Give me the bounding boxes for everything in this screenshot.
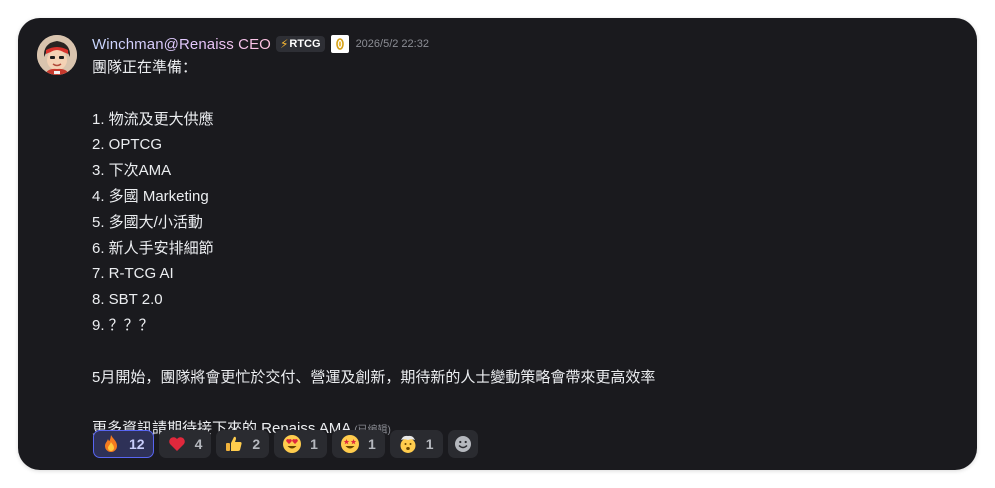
avatar-portrait-icon: [37, 35, 77, 75]
message-line: 6. 新人手安排細節: [92, 239, 214, 257]
message-line: 團隊正在準備：: [92, 59, 198, 76]
message-line: 5. 多國大/小活動: [92, 213, 203, 231]
smiley-icon: [454, 436, 471, 452]
reaction-mind-blown[interactable]: 1: [389, 430, 443, 458]
server-tag[interactable]: ⚡ RTCG: [275, 36, 325, 52]
message-line: 8. SBT 2.0: [92, 291, 163, 309]
reaction-heart[interactable]: 4: [158, 430, 212, 458]
message-timestamp[interactable]: 2026/5/2 22:32: [356, 38, 429, 50]
message-line: [92, 341, 952, 367]
message-line: 4. 多國 Marketing: [92, 187, 209, 205]
message-card: Winchman@Renaiss CEO ⚡ RTCG 2026/5/2 22:…: [18, 18, 977, 470]
message-line: 1. 物流及更大供應: [92, 110, 214, 128]
fire-emoji-icon: [101, 434, 121, 454]
reaction-count: 1: [310, 436, 318, 452]
message-line: 9. ？？？: [92, 316, 154, 334]
role-badge-icon[interactable]: [330, 35, 349, 53]
message-header: Winchman@Renaiss CEO ⚡ RTCG 2026/5/2 22:…: [92, 34, 429, 54]
server-tag-label: RTCG: [289, 38, 321, 50]
mind-blown-emoji-icon: [398, 434, 418, 454]
star-struck-emoji-icon: [340, 434, 360, 454]
reaction-count: 4: [194, 436, 203, 452]
author-name[interactable]: Winchman@Renaiss CEO: [92, 36, 271, 53]
reaction-bar: 12 4 2 1 1 1: [93, 430, 478, 458]
red-heart-emoji-icon: [167, 434, 187, 454]
reaction-star-struck[interactable]: 1: [331, 430, 385, 458]
reaction-heart-eyes[interactable]: 1: [274, 430, 327, 458]
message-line: 5月開始，團隊將會更忙於交付、營運及創新，期待新的人士變動策略會帶來更高效率: [92, 368, 656, 386]
author-avatar[interactable]: [37, 35, 77, 75]
reaction-count: 1: [425, 436, 434, 452]
message-line: 7. R-TCG AI: [92, 265, 174, 283]
message-line: 3. 下次AMA: [92, 162, 172, 180]
reaction-count: 12: [129, 436, 145, 452]
message-content: 團隊正在準備： 1. 物流及更大供應 2. OPTCG 3. 下次AMA 4. …: [92, 57, 952, 444]
message-line: [92, 83, 952, 109]
add-reaction-button[interactable]: [447, 430, 478, 458]
message-line: [92, 392, 952, 418]
reaction-fire[interactable]: 12: [93, 430, 154, 458]
message-line: 2. OPTCG: [92, 136, 163, 154]
thumbs-up-emoji-icon: [224, 434, 244, 454]
reaction-count: 2: [252, 436, 261, 452]
reaction-count: 1: [367, 436, 376, 452]
lightning-icon: ⚡: [279, 37, 289, 51]
reaction-thumbs-up[interactable]: 2: [216, 430, 270, 458]
heart-eyes-emoji-icon: [282, 434, 302, 454]
